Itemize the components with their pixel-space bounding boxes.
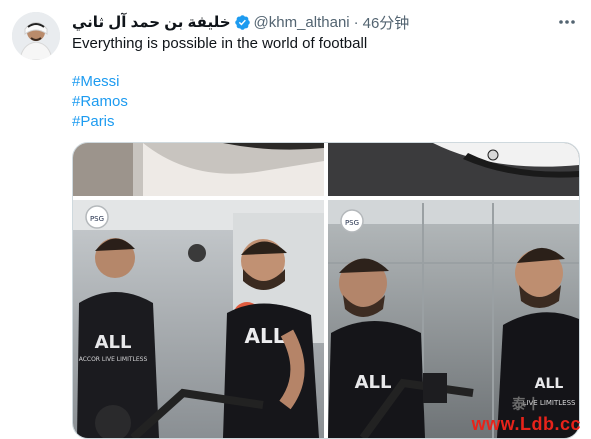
- author-name[interactable]: خليفة بن حمد آل ثاني: [72, 13, 231, 31]
- hashtag-ramos[interactable]: #Ramos: [72, 92, 128, 112]
- svg-text:PSG: PSG: [90, 215, 104, 223]
- avatar-image: [12, 12, 60, 60]
- tweet-text: Everything is possible in the world of f…: [72, 35, 368, 52]
- author-handle[interactable]: @khm_althani: [254, 14, 350, 31]
- separator-dot: ·: [353, 13, 359, 31]
- watermark-url: www.Ldb.cc: [471, 414, 581, 434]
- jersey-text-right: ALL: [245, 324, 286, 348]
- jersey-sponsor-left: ACCOR LIVE LIMITLESS: [79, 356, 148, 363]
- svg-text:ALL: ALL: [355, 372, 392, 393]
- svg-text:ALL: ALL: [535, 376, 564, 392]
- hashtag-list: #Messi #Ramos #Paris: [72, 72, 128, 132]
- watermark-chinese: 泰丨: [511, 396, 541, 412]
- photo-bottom-left[interactable]: PSG ALL ACCOR LIVE LIMITLESS ALL: [73, 200, 324, 438]
- photo-top-right[interactable]: [328, 143, 579, 196]
- watermark: 泰丨 www.Ldb.cc: [472, 394, 581, 435]
- tweet-header: خليفة بن حمد آل ثاني @khm_althani · 46分钟: [72, 12, 409, 32]
- tweet-timestamp[interactable]: 46分钟: [363, 12, 410, 33]
- jersey-text-left: ALL: [95, 332, 132, 353]
- more-options-button[interactable]: [555, 12, 579, 32]
- verified-badge-icon: [234, 14, 250, 30]
- svg-text:PSG: PSG: [345, 219, 359, 227]
- hashtag-paris[interactable]: #Paris: [72, 112, 128, 132]
- photo-top-left[interactable]: [73, 143, 324, 196]
- author-avatar[interactable]: [12, 12, 60, 60]
- hashtag-messi[interactable]: #Messi: [72, 72, 128, 92]
- more-dots-icon: [559, 20, 575, 24]
